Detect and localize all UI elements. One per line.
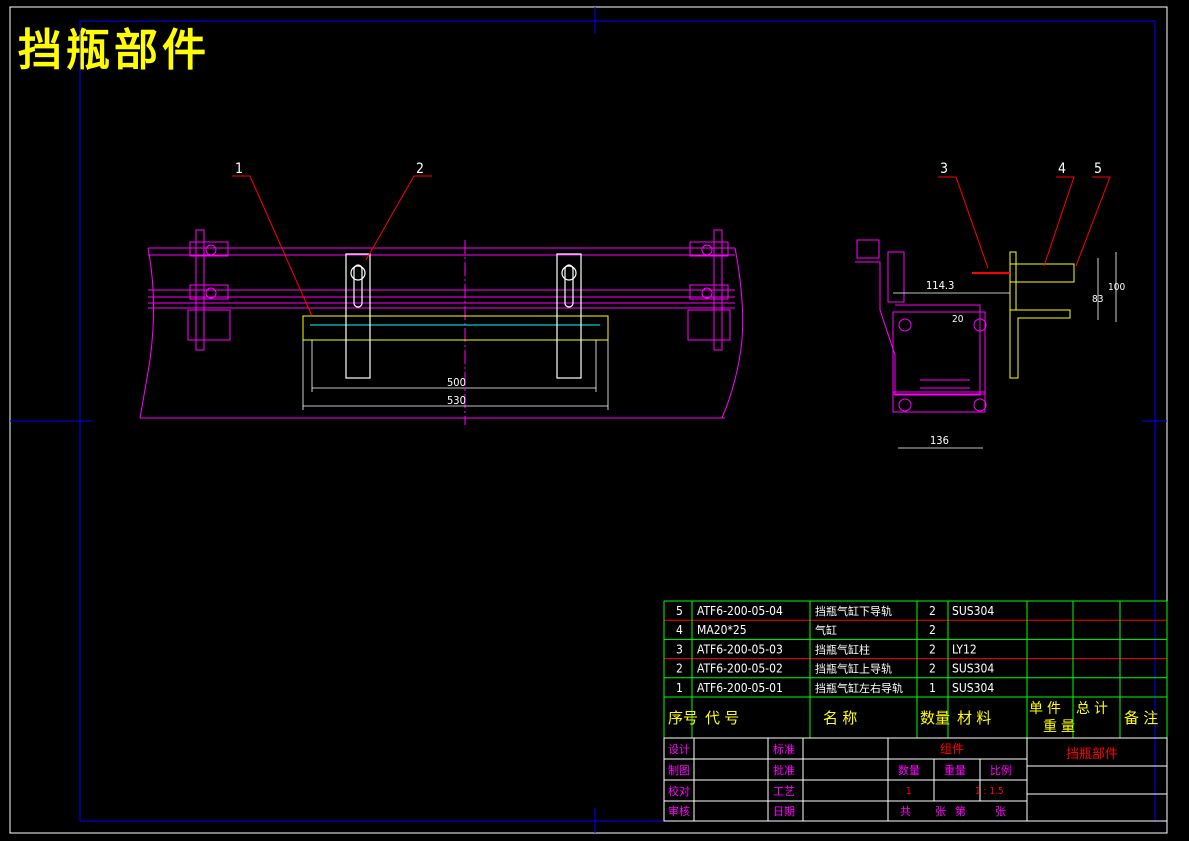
part-name: 气缸 (815, 623, 837, 637)
part-no: 4 (676, 623, 683, 637)
dim-20: 20 (952, 314, 964, 325)
front-view: 500 530 1 2 (139, 161, 744, 425)
dim-100: 100 (1108, 282, 1125, 293)
hdr-qty: 数量 (920, 709, 950, 727)
part-material: SUS304 (952, 681, 994, 695)
parts-list: 5 ATF6-200-05-04 挡瓶气缸下导轨 2 SUS304 4 MA20*25 气缸 2… (663, 600, 1168, 739)
tb-approve: 批准 (773, 763, 795, 777)
title-block: 设计 制图 校对 审核 标准 批准 工艺 日期 数量 重量 比例 共 张 第 张… (663, 737, 1168, 822)
part-name: 挡瓶气缸左右导轨 (815, 681, 903, 695)
part-qty: 2 (929, 604, 936, 618)
tb-sheet-no: 第 (955, 804, 966, 818)
part-code: MA20*25 (697, 623, 747, 637)
part-qty: 1 (929, 681, 936, 695)
dim-500: 500 (447, 376, 466, 389)
hdr-code: 代 号 (705, 709, 739, 727)
tb-date: 日期 (773, 805, 795, 818)
guide-bar (302, 315, 609, 341)
tb-scale-value: 1 : 1.5 (975, 786, 1004, 797)
center-marks (10, 7, 1167, 833)
tb-process: 工艺 (773, 785, 795, 798)
hdr-remark: 备 注 (1124, 709, 1158, 727)
sheet-border (9, 6, 1168, 834)
hdr-total-weight: 总 计 (1076, 701, 1108, 717)
tb-check: 校对 (668, 784, 690, 798)
callout-4: 4 (1058, 161, 1066, 177)
part-code: ATF6-200-05-02 (697, 662, 783, 676)
tb-quantity: 数量 (898, 764, 920, 777)
tb-review: 审核 (668, 804, 690, 818)
cad-drawing: 500 530 1 2 114.3 136 20 83 100 3 4 5 5 … (9, 6, 1168, 834)
inner-frame (79, 20, 1156, 822)
tb-scale: 比例 (990, 763, 1012, 777)
dim-136: 136 (930, 434, 949, 447)
dim-530: 530 (447, 394, 466, 407)
tb-drawing: 制图 (668, 764, 690, 777)
dim-114: 114.3 (926, 279, 954, 292)
dim-83: 83 (1092, 294, 1103, 305)
hdr-no: 序号 (668, 709, 698, 727)
tb-standard: 标准 (773, 742, 795, 756)
tb-sheets: 张 (935, 805, 946, 818)
part-material: SUS304 (952, 662, 994, 676)
tb-total: 共 (900, 805, 911, 818)
part-qty: 2 (929, 662, 936, 676)
part-no: 5 (676, 604, 683, 618)
part-qty: 2 (929, 642, 936, 656)
tb-quantity-value: 1 (906, 786, 912, 797)
part-code: ATF6-200-05-04 (697, 604, 783, 618)
part-no: 2 (676, 662, 683, 676)
tb-mass: 重量 (944, 763, 966, 777)
callout-1: 1 (235, 161, 243, 177)
part-name: 挡瓶气缸柱 (815, 642, 870, 656)
part-code: ATF6-200-05-03 (697, 642, 783, 656)
part-name: 挡瓶气缸下导轨 (815, 604, 892, 618)
callout-2: 2 (416, 161, 424, 177)
callout-3: 3 (940, 161, 948, 177)
part-material: LY12 (952, 642, 977, 656)
part-material: SUS304 (952, 604, 994, 618)
part-no: 1 (676, 681, 683, 695)
hdr-name: 名 称 (823, 709, 857, 727)
part-code: ATF6-200-05-01 (697, 681, 783, 695)
part-no: 3 (676, 642, 683, 656)
callout-5: 5 (1094, 161, 1102, 177)
hdr-unit-weight: 单 件 (1029, 701, 1061, 717)
tb-design: 设计 (668, 743, 690, 756)
tb-assembly: 组件 (940, 742, 964, 756)
tb-sheet: 张 (995, 805, 1006, 818)
hdr-material: 材 料 (957, 709, 991, 727)
side-view: 114.3 136 20 83 100 3 4 5 (855, 161, 1125, 449)
tb-part-name: 挡瓶部件 (1066, 747, 1118, 762)
hdr-weight: 重 量 (1043, 719, 1075, 735)
part-qty: 2 (929, 623, 936, 637)
part-name: 挡瓶气缸上导轨 (815, 662, 892, 676)
